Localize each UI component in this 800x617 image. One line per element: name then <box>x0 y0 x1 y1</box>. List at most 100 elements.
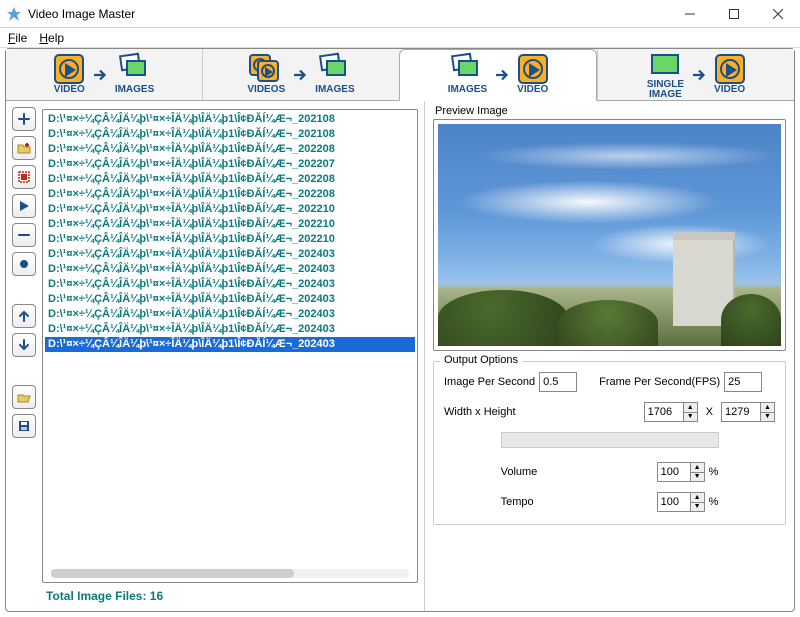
volume-label: Volume <box>501 466 591 478</box>
scrollbar-thumb[interactable] <box>51 569 294 578</box>
file-list-panel: D:\¹¤×÷¼ÇÂ¼ÎÄ¼þ\¹¤×÷ÎÄ¼þ\ÎÄ¼þ1\Î¢ĐĂÍ¼Æ¬_… <box>38 101 424 611</box>
ips-label: Image Per Second <box>444 376 535 388</box>
left-panel: D:\¹¤×÷¼ÇÂ¼ÎÄ¼þ\¹¤×÷ÎÄ¼þ\ÎÄ¼þ1\Î¢ĐĂÍ¼Æ¬_… <box>6 101 424 611</box>
menu-file[interactable]: File <box>8 31 27 45</box>
floppy-icon <box>17 419 31 433</box>
tempo-spinner[interactable]: 100 ▲▼ <box>657 492 705 512</box>
volume-unit: % <box>709 466 719 478</box>
list-item[interactable]: D:\¹¤×÷¼ÇÂ¼ÎÄ¼þ\¹¤×÷ÎÄ¼þ\ÎÄ¼þ1\Î¢ĐĂÍ¼Æ¬_… <box>45 322 415 337</box>
app-icon <box>6 6 22 22</box>
tab-2[interactable]: IMAGESVIDEO <box>399 49 597 101</box>
tempo-label: Tempo <box>501 496 591 508</box>
move-down-button[interactable] <box>12 333 36 357</box>
width-spinner[interactable]: 1706 ▲▼ <box>644 402 698 422</box>
mode-tabs: VIDEOIMAGESVIDEOSIMAGESIMAGESVIDEOSINGLE… <box>6 49 794 101</box>
main-area: D:\¹¤×÷¼ÇÂ¼ÎÄ¼þ\¹¤×÷ÎÄ¼þ\ÎÄ¼þ1\Î¢ĐĂÍ¼Æ¬_… <box>6 101 794 611</box>
list-item[interactable]: D:\¹¤×÷¼ÇÂ¼ÎÄ¼þ\¹¤×÷ÎÄ¼þ\ÎÄ¼þ1\Î¢ĐĂÍ¼Æ¬_… <box>45 262 415 277</box>
list-item[interactable]: D:\¹¤×÷¼ÇÂ¼ÎÄ¼þ\¹¤×÷ÎÄ¼þ\ÎÄ¼þ1\Î¢ĐĂÍ¼Æ¬_… <box>45 142 415 157</box>
tab-to-label: VIDEO <box>714 85 745 96</box>
client-frame: VIDEOIMAGESVIDEOSIMAGESIMAGESVIDEOSINGLE… <box>5 48 795 612</box>
list-item[interactable]: D:\¹¤×÷¼ÇÂ¼ÎÄ¼þ\¹¤×÷ÎÄ¼þ\ÎÄ¼þ1\Î¢ĐĂÍ¼Æ¬_… <box>45 277 415 292</box>
play-button[interactable] <box>12 194 36 218</box>
list-item[interactable]: D:\¹¤×÷¼ÇÂ¼ÎÄ¼þ\¹¤×÷ÎÄ¼þ\ÎÄ¼þ1\Î¢ĐĂÍ¼Æ¬_… <box>45 112 415 127</box>
height-spin-buttons[interactable]: ▲▼ <box>761 402 775 422</box>
add-button[interactable] <box>12 107 36 131</box>
ips-input[interactable]: 0.5 <box>539 372 577 392</box>
tab-from-icon <box>650 49 680 79</box>
fps-label: Frame Per Second(FPS) <box>599 376 720 388</box>
tool-strip <box>6 101 38 611</box>
menu-bar: File Help <box>0 28 800 48</box>
menu-help[interactable]: Help <box>39 31 64 45</box>
play-icon <box>17 199 31 213</box>
close-button[interactable] <box>756 0 800 28</box>
clear-icon <box>17 257 31 271</box>
move-up-button[interactable] <box>12 304 36 328</box>
tab-3[interactable]: SINGLEIMAGE VIDEO <box>597 49 794 100</box>
list-item[interactable]: D:\¹¤×÷¼ÇÂ¼ÎÄ¼þ\¹¤×÷ÎÄ¼þ\ÎÄ¼þ1\Î¢ĐĂÍ¼Æ¬_… <box>45 187 415 202</box>
fps-input[interactable]: 25 <box>724 372 762 392</box>
list-item[interactable]: D:\¹¤×÷¼ÇÂ¼ÎÄ¼þ\¹¤×÷ÎÄ¼þ\ÎÄ¼þ1\Î¢ĐĂÍ¼Æ¬_… <box>45 202 415 217</box>
select-all-button[interactable] <box>12 165 36 189</box>
volume-spin-buttons[interactable]: ▲▼ <box>691 462 705 482</box>
list-item[interactable]: D:\¹¤×÷¼ÇÂ¼ÎÄ¼þ\¹¤×÷ÎÄ¼þ\ÎÄ¼þ1\Î¢ĐĂÍ¼Æ¬_… <box>45 307 415 322</box>
tab-from-icon <box>54 54 84 84</box>
tab-from-label: SINGLEIMAGE <box>647 80 684 101</box>
preview-image <box>433 119 786 351</box>
dim-separator: X <box>706 406 713 418</box>
tab-from-label: VIDEO <box>54 85 85 96</box>
list-item[interactable]: D:\¹¤×÷¼ÇÂ¼ÎÄ¼þ\¹¤×÷ÎÄ¼þ\ÎÄ¼þ1\Î¢ĐĂÍ¼Æ¬_… <box>45 337 415 352</box>
tab-to-label: IMAGES <box>315 85 354 96</box>
minus-icon <box>17 228 31 242</box>
volume-spinner[interactable]: 100 ▲▼ <box>657 462 705 482</box>
tab-1[interactable]: VIDEOS IMAGES <box>202 49 399 100</box>
maximize-button[interactable] <box>712 0 756 28</box>
tab-to-icon <box>120 54 150 84</box>
tab-to-icon <box>320 54 350 84</box>
title-bar: Video Image Master <box>0 0 800 28</box>
folder-open-icon <box>17 390 31 404</box>
list-item[interactable]: D:\¹¤×÷¼ÇÂ¼ÎÄ¼þ\¹¤×÷ÎÄ¼þ\ÎÄ¼þ1\Î¢ĐĂÍ¼Æ¬_… <box>45 292 415 307</box>
remove-button[interactable] <box>12 223 36 247</box>
tab-to-icon <box>715 54 745 84</box>
tempo-unit: % <box>709 496 719 508</box>
file-listbox[interactable]: D:\¹¤×÷¼ÇÂ¼ÎÄ¼þ\¹¤×÷ÎÄ¼þ\ÎÄ¼þ1\Î¢ĐĂÍ¼Æ¬_… <box>42 109 418 583</box>
list-item[interactable]: D:\¹¤×÷¼ÇÂ¼ÎÄ¼þ\¹¤×÷ÎÄ¼þ\ÎÄ¼þ1\Î¢ĐĂÍ¼Æ¬_… <box>45 232 415 247</box>
height-spinner[interactable]: 1279 ▲▼ <box>721 402 775 422</box>
arrow-right-icon <box>291 66 309 84</box>
tempo-spin-buttons[interactable]: ▲▼ <box>691 492 705 512</box>
list-item[interactable]: D:\¹¤×÷¼ÇÂ¼ÎÄ¼þ\¹¤×÷ÎÄ¼þ\ÎÄ¼þ1\Î¢ĐĂÍ¼Æ¬_… <box>45 247 415 262</box>
window-title: Video Image Master <box>28 7 668 21</box>
tab-from-label: VIDEOS <box>247 85 285 96</box>
preview-title: Preview Image <box>433 105 786 119</box>
save-button[interactable] <box>12 414 36 438</box>
list-item[interactable]: D:\¹¤×÷¼ÇÂ¼ÎÄ¼þ\¹¤×÷ÎÄ¼þ\ÎÄ¼þ1\Î¢ĐĂÍ¼Æ¬_… <box>45 172 415 187</box>
arrow-up-icon <box>17 309 31 323</box>
select-all-icon <box>17 170 31 184</box>
arrow-right-icon <box>690 66 708 84</box>
tab-from-icon <box>249 54 283 84</box>
tab-0[interactable]: VIDEO IMAGES <box>6 49 202 100</box>
plus-icon <box>17 112 31 126</box>
add-folder-button[interactable] <box>12 136 36 160</box>
total-files-label: Total Image Files: 16 <box>42 583 418 605</box>
tab-to-label: IMAGES <box>115 85 154 96</box>
list-item[interactable]: D:\¹¤×÷¼ÇÂ¼ÎÄ¼þ\¹¤×÷ÎÄ¼þ\ÎÄ¼þ1\Î¢ĐĂÍ¼Æ¬_… <box>45 157 415 172</box>
list-item[interactable]: D:\¹¤×÷¼ÇÂ¼ÎÄ¼þ\¹¤×÷ÎÄ¼þ\ÎÄ¼þ1\Î¢ĐĂÍ¼Æ¬_… <box>45 127 415 142</box>
output-legend: Output Options <box>440 354 522 366</box>
horizontal-scrollbar[interactable] <box>51 569 409 578</box>
list-item[interactable]: D:\¹¤×÷¼ÇÂ¼ÎÄ¼þ\¹¤×÷ÎÄ¼þ\ÎÄ¼þ1\Î¢ĐĂÍ¼Æ¬_… <box>45 217 415 232</box>
tab-from-icon <box>452 54 482 84</box>
arrow-down-icon <box>17 338 31 352</box>
right-panel: Preview Image Output Options Image Per S… <box>424 101 794 611</box>
output-options-group: Output Options Image Per Second 0.5 Fram… <box>433 361 786 525</box>
open-button[interactable] <box>12 385 36 409</box>
dim-label: Width x Height <box>444 406 640 418</box>
arrow-right-icon <box>493 66 511 84</box>
progress-slider[interactable] <box>501 432 719 448</box>
clear-button[interactable] <box>12 252 36 276</box>
folder-plus-icon <box>17 141 31 155</box>
minimize-button[interactable] <box>668 0 712 28</box>
arrow-right-icon <box>91 66 109 84</box>
width-spin-buttons[interactable]: ▲▼ <box>684 402 698 422</box>
